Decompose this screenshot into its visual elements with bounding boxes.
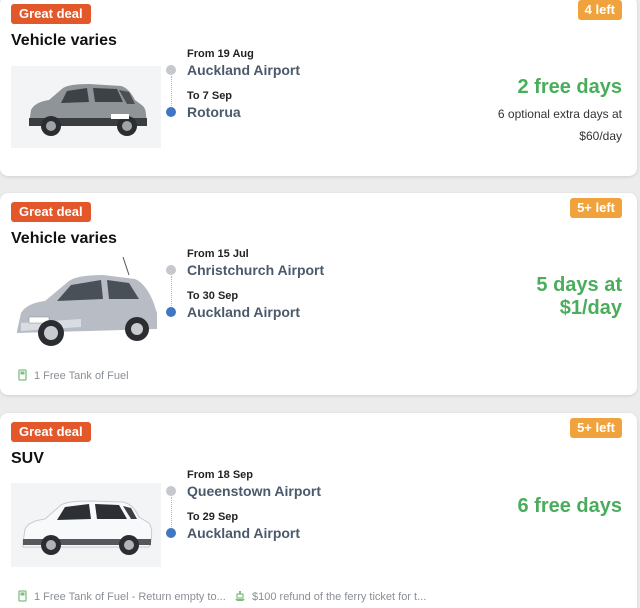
route-connector <box>171 76 172 106</box>
pickup-dot-icon <box>166 265 176 275</box>
dropoff-dot-icon <box>166 307 176 317</box>
price-detail-line-1: 6 optional extra days at <box>497 107 622 121</box>
pickup-date: From 15 Jul <box>187 248 249 260</box>
pickup-dot-icon <box>166 65 176 75</box>
deal-card-3[interactable]: Great deal 5+ left SUV From 18 Sep Queen… <box>0 413 637 608</box>
availability-badge: 5+ left <box>570 198 622 218</box>
pickup-location: Queenstown Airport <box>187 483 322 499</box>
dropoff-dot-icon <box>166 528 176 538</box>
price-headline: 6 free days <box>517 495 622 517</box>
feature-fuel: 1 Free Tank of Fuel <box>18 369 129 384</box>
great-deal-badge: Great deal <box>11 422 91 442</box>
deal-card-2[interactable]: Great deal 5+ left Vehicle varies From 1… <box>0 193 637 395</box>
dropoff-date: To 7 Sep <box>187 90 233 102</box>
dropoff-date: To 29 Sep <box>187 511 239 523</box>
car-image <box>11 483 161 567</box>
car-image <box>11 253 161 358</box>
route-connector <box>171 276 172 306</box>
availability-badge: 5+ left <box>570 418 622 438</box>
dropoff-date: To 30 Sep <box>187 290 239 302</box>
ferry-icon <box>234 590 246 605</box>
pickup-location: Christchurch Airport <box>187 262 325 278</box>
price-headline-line-1: 5 days at <box>536 274 622 296</box>
trip-route: From 19 Aug Auckland Airport To 7 Sep Ro… <box>165 48 405 128</box>
feature-fuel-label: 1 Free Tank of Fuel - Return empty to... <box>34 591 226 603</box>
pickup-date: From 19 Aug <box>187 48 254 60</box>
dropoff-location: Auckland Airport <box>187 525 301 541</box>
great-deal-badge: Great deal <box>11 4 91 24</box>
vehicle-type: Vehicle varies <box>11 230 117 247</box>
trip-route: From 18 Sep Queenstown Airport To 29 Sep… <box>165 469 405 549</box>
car-image <box>11 66 161 148</box>
feature-fuel: 1 Free Tank of Fuel - Return empty to... <box>18 590 226 605</box>
feature-ferry: $100 refund of the ferry ticket for t... <box>234 590 426 605</box>
fuel-pump-icon <box>18 369 28 384</box>
dropoff-dot-icon <box>166 107 176 117</box>
availability-badge: 4 left <box>577 0 622 20</box>
feature-fuel-label: 1 Free Tank of Fuel <box>34 370 129 382</box>
price-detail-line-2: $60/day <box>579 129 622 143</box>
vehicle-type: SUV <box>11 450 44 467</box>
price-headline: 2 free days <box>517 76 622 98</box>
great-deal-badge: Great deal <box>11 202 91 222</box>
pickup-dot-icon <box>166 486 176 496</box>
pickup-location: Auckland Airport <box>187 62 301 78</box>
dropoff-location: Rotorua <box>187 104 241 120</box>
trip-route: From 15 Jul Christchurch Airport To 30 S… <box>165 248 405 328</box>
dropoff-location: Auckland Airport <box>187 304 301 320</box>
deal-card-1[interactable]: Great deal 4 left Vehicle varies From 19… <box>0 0 637 176</box>
fuel-pump-icon <box>18 590 28 605</box>
pickup-date: From 18 Sep <box>187 469 254 481</box>
price-headline-line-2: $1/day <box>559 297 622 319</box>
route-connector <box>171 497 172 527</box>
vehicle-type: Vehicle varies <box>11 32 117 49</box>
feature-ferry-label: $100 refund of the ferry ticket for t... <box>252 591 427 603</box>
